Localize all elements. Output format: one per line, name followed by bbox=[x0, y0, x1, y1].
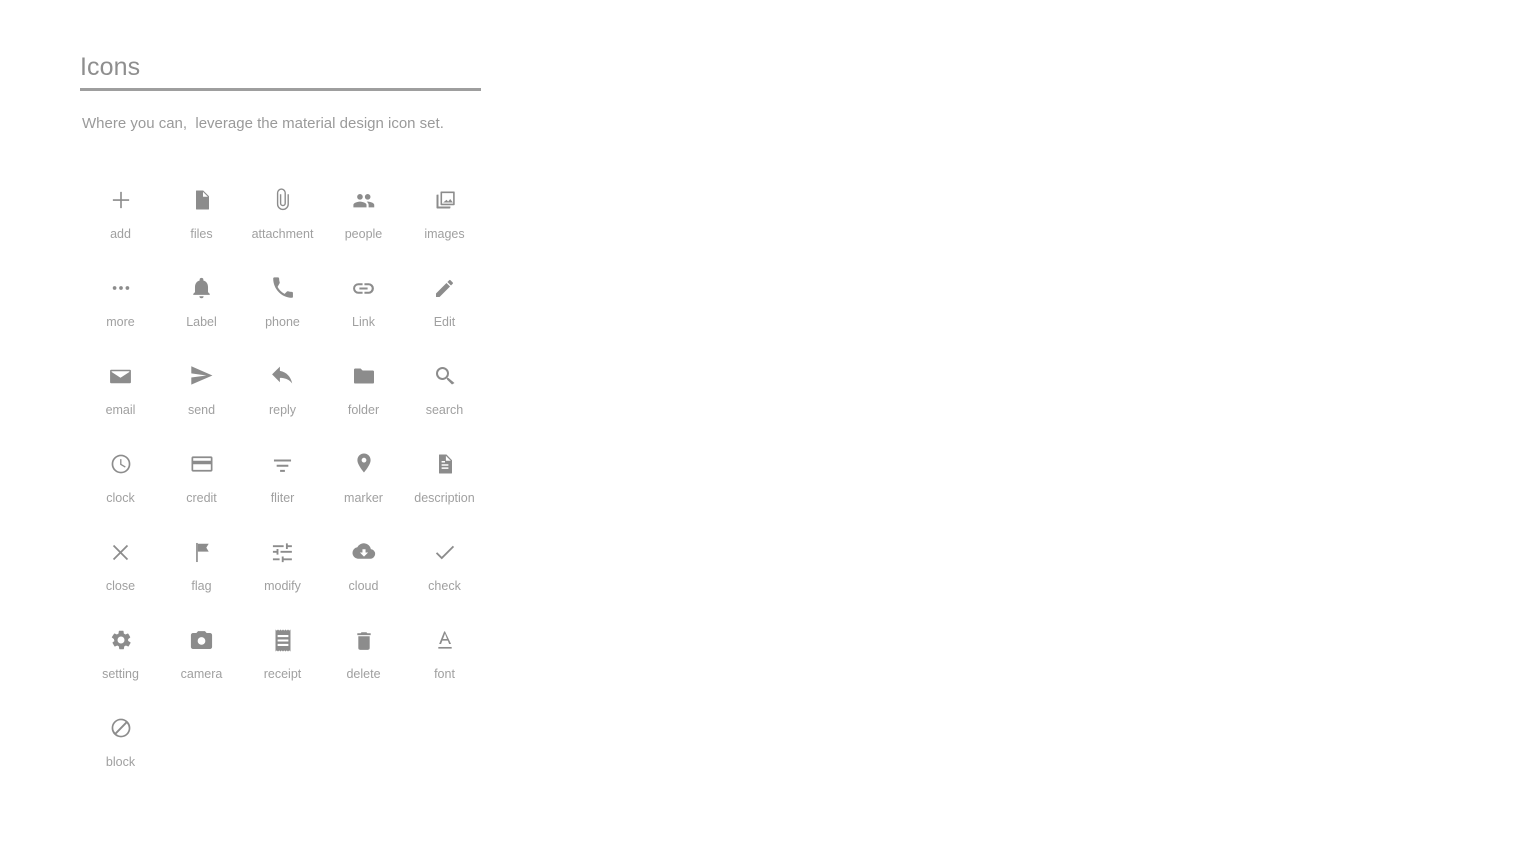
icon-cell-camera[interactable]: camera bbox=[161, 620, 242, 708]
icon-cell-reply[interactable]: reply bbox=[242, 356, 323, 444]
search-icon[interactable] bbox=[433, 356, 457, 396]
flag-icon[interactable] bbox=[191, 532, 213, 572]
tune-icon[interactable] bbox=[270, 532, 295, 572]
icon-label: delete bbox=[346, 667, 381, 681]
icon-cell-close[interactable]: close bbox=[80, 532, 161, 620]
icon-label: check bbox=[428, 579, 461, 593]
credit-card-icon[interactable] bbox=[190, 444, 214, 484]
icon-cell-folder[interactable]: folder bbox=[323, 356, 404, 444]
icon-cell-modify[interactable]: modify bbox=[242, 532, 323, 620]
icon-label: phone bbox=[265, 315, 300, 329]
receipt-icon[interactable] bbox=[272, 620, 294, 660]
icon-label: cloud bbox=[348, 579, 379, 593]
icon-label: email bbox=[105, 403, 136, 417]
icon-cell-flag[interactable]: flag bbox=[161, 532, 242, 620]
add-icon[interactable] bbox=[108, 180, 134, 220]
icon-label: marker bbox=[344, 491, 383, 505]
icon-cell-edit[interactable]: Edit bbox=[404, 268, 485, 356]
icon-label: people bbox=[344, 227, 383, 241]
bell-icon[interactable] bbox=[190, 268, 213, 308]
icon-label: clock bbox=[106, 491, 135, 505]
icon-cell-search[interactable]: search bbox=[404, 356, 485, 444]
icon-cell-setting[interactable]: setting bbox=[80, 620, 161, 708]
icon-label: Edit bbox=[433, 315, 456, 329]
icon-label: images bbox=[424, 227, 465, 241]
icon-cell-email[interactable]: email bbox=[80, 356, 161, 444]
icons-page: Icons Where you can, leverage the materi… bbox=[0, 0, 1518, 863]
photo-library-icon[interactable] bbox=[433, 180, 457, 220]
icon-cell-files[interactable]: files bbox=[161, 180, 242, 268]
cloud-download-icon[interactable] bbox=[351, 532, 377, 572]
phone-icon[interactable] bbox=[271, 268, 295, 308]
icon-label: reply bbox=[268, 403, 297, 417]
close-icon[interactable] bbox=[108, 532, 133, 572]
icon-cell-attachment[interactable]: attachment bbox=[242, 180, 323, 268]
icon-label: add bbox=[110, 227, 131, 241]
icon-label: Label bbox=[186, 315, 217, 329]
icon-label: files bbox=[190, 227, 213, 241]
icon-cell-marker[interactable]: marker bbox=[323, 444, 404, 532]
folder-icon[interactable] bbox=[352, 356, 376, 396]
content-container: Icons Where you can, leverage the materi… bbox=[80, 52, 520, 796]
icon-cell-add[interactable]: add bbox=[80, 180, 161, 268]
envelope-icon[interactable] bbox=[108, 356, 133, 396]
people-icon[interactable] bbox=[351, 180, 376, 220]
icon-cell-check[interactable]: check bbox=[404, 532, 485, 620]
icon-label: description bbox=[414, 491, 475, 505]
icon-cell-description[interactable]: description bbox=[404, 444, 485, 532]
icon-cell-receipt[interactable]: receipt bbox=[242, 620, 323, 708]
icon-cell-send[interactable]: send bbox=[161, 356, 242, 444]
icon-label: camera bbox=[180, 667, 223, 681]
icon-label: setting bbox=[102, 667, 139, 681]
icon-label: folder bbox=[347, 403, 380, 417]
icon-cell-link[interactable]: Link bbox=[323, 268, 404, 356]
send-icon[interactable] bbox=[189, 356, 214, 396]
file-icon[interactable] bbox=[190, 180, 214, 220]
filter-list-icon[interactable] bbox=[270, 444, 295, 484]
link-icon[interactable] bbox=[351, 268, 376, 308]
icon-cell-cloud[interactable]: cloud bbox=[323, 532, 404, 620]
icon-cell-font[interactable]: font bbox=[404, 620, 485, 708]
description-icon[interactable] bbox=[433, 444, 457, 484]
icon-label: close bbox=[105, 579, 136, 593]
icon-label: flag bbox=[191, 579, 212, 593]
icon-label: Link bbox=[352, 315, 375, 329]
page-title: Icons bbox=[80, 53, 141, 81]
icon-cell-fliter[interactable]: fliter bbox=[242, 444, 323, 532]
icon-label: receipt bbox=[263, 667, 302, 681]
clock-icon[interactable] bbox=[109, 444, 133, 484]
reply-icon[interactable] bbox=[270, 356, 295, 396]
trash-icon[interactable] bbox=[353, 620, 375, 660]
icon-label: fliter bbox=[270, 491, 295, 505]
icon-cell-label[interactable]: Label bbox=[161, 268, 242, 356]
icon-label: credit bbox=[186, 491, 217, 505]
gear-icon[interactable] bbox=[109, 620, 133, 660]
icon-label: modify bbox=[264, 579, 301, 593]
more-horizontal-icon[interactable] bbox=[109, 268, 133, 308]
icon-label: attachment bbox=[251, 227, 314, 241]
icon-cell-people[interactable]: people bbox=[323, 180, 404, 268]
icon-label: block bbox=[105, 755, 136, 769]
paperclip-icon[interactable] bbox=[271, 180, 295, 220]
icon-cell-more[interactable]: more bbox=[80, 268, 161, 356]
icon-cell-clock[interactable]: clock bbox=[80, 444, 161, 532]
icon-cell-delete[interactable]: delete bbox=[323, 620, 404, 708]
icon-label: font bbox=[434, 667, 455, 681]
map-pin-icon[interactable] bbox=[353, 444, 375, 484]
icon-cell-images[interactable]: images bbox=[404, 180, 485, 268]
icon-label: more bbox=[106, 315, 135, 329]
icon-label: send bbox=[187, 403, 216, 417]
block-icon[interactable] bbox=[109, 708, 133, 748]
page-subtitle: Where you can, leverage the material des… bbox=[82, 115, 444, 132]
icon-cell-block[interactable]: block bbox=[80, 708, 161, 796]
title-divider bbox=[80, 88, 481, 91]
icon-label: search bbox=[425, 403, 464, 417]
camera-icon[interactable] bbox=[189, 620, 214, 660]
pencil-icon[interactable] bbox=[433, 268, 457, 308]
icon-cell-credit[interactable]: credit bbox=[161, 444, 242, 532]
check-icon[interactable] bbox=[432, 532, 458, 572]
icon-grid: add files attachment people images more Label p… bbox=[80, 180, 520, 796]
font-underline-icon[interactable] bbox=[434, 620, 456, 660]
icon-cell-phone[interactable]: phone bbox=[242, 268, 323, 356]
